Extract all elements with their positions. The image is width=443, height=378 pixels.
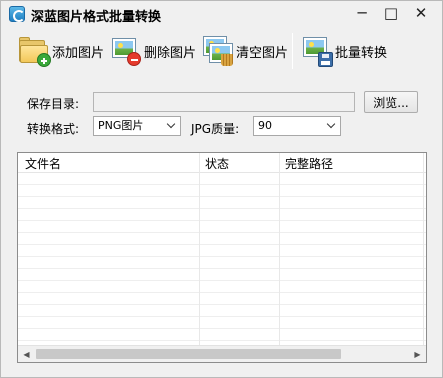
picture-clear-icon xyxy=(201,34,235,68)
clear-images-label: 清空图片 xyxy=(236,45,289,61)
close-button[interactable]: ✕ xyxy=(406,1,436,25)
add-image-label: 添加图片 xyxy=(52,45,105,61)
column-header-filename[interactable]: 文件名 xyxy=(25,155,61,172)
add-image-button[interactable]: 添加图片 xyxy=(17,31,104,71)
picture-delete-icon xyxy=(109,34,143,68)
save-dir-input[interactable] xyxy=(93,92,355,112)
format-label: 转换格式: xyxy=(27,122,80,136)
scrollbar-thumb[interactable] xyxy=(36,349,341,359)
jpg-quality-select[interactable]: 90 xyxy=(253,116,341,136)
scroll-left-icon[interactable]: ◀ xyxy=(18,346,35,362)
format-select-value: PNG图片 xyxy=(98,119,144,132)
column-header-fullpath[interactable]: 完整路径 xyxy=(285,155,333,172)
delete-image-label: 删除图片 xyxy=(144,45,197,61)
picture-save-icon xyxy=(300,34,334,68)
horizontal-scrollbar[interactable]: ◀ ▶ xyxy=(18,345,426,362)
chevron-down-icon xyxy=(326,119,336,129)
maximize-button[interactable]: □ xyxy=(376,1,406,25)
batch-convert-button[interactable]: 批量转换 xyxy=(300,31,387,71)
browse-button[interactable]: 浏览... xyxy=(364,91,418,113)
app-window: 深蓝图片格式批量转换 ─ □ ✕ 添加图片 删除图片 清空图片 批量转换 保存目… xyxy=(0,0,443,378)
toolbar-separator xyxy=(292,33,293,69)
window-title: 深蓝图片格式批量转换 xyxy=(31,10,162,25)
toolbar: 添加图片 删除图片 清空图片 批量转换 xyxy=(1,29,442,75)
jpg-quality-value: 90 xyxy=(258,119,272,132)
title-bar[interactable]: 深蓝图片格式批量转换 ─ □ ✕ xyxy=(1,1,442,27)
delete-image-button[interactable]: 删除图片 xyxy=(109,31,196,71)
file-list-table[interactable]: 文件名 状态 完整路径 ◀ ▶ xyxy=(17,152,427,363)
jpg-quality-label: JPG质量: xyxy=(191,122,240,136)
table-body[interactable] xyxy=(18,173,426,345)
format-select[interactable]: PNG图片 xyxy=(93,116,181,136)
minimize-button[interactable]: ─ xyxy=(347,1,377,25)
save-dir-label: 保存目录: xyxy=(27,97,80,111)
chevron-down-icon xyxy=(166,119,176,129)
clear-images-button[interactable]: 清空图片 xyxy=(201,31,288,71)
app-icon xyxy=(9,6,25,22)
scroll-right-icon[interactable]: ▶ xyxy=(409,346,426,362)
column-divider[interactable] xyxy=(199,153,200,345)
table-header: 文件名 状态 完整路径 xyxy=(18,153,426,173)
column-header-status[interactable]: 状态 xyxy=(205,155,229,172)
batch-convert-label: 批量转换 xyxy=(335,45,388,61)
column-divider[interactable] xyxy=(423,153,424,345)
column-divider[interactable] xyxy=(279,153,280,345)
folder-add-icon xyxy=(17,34,51,68)
